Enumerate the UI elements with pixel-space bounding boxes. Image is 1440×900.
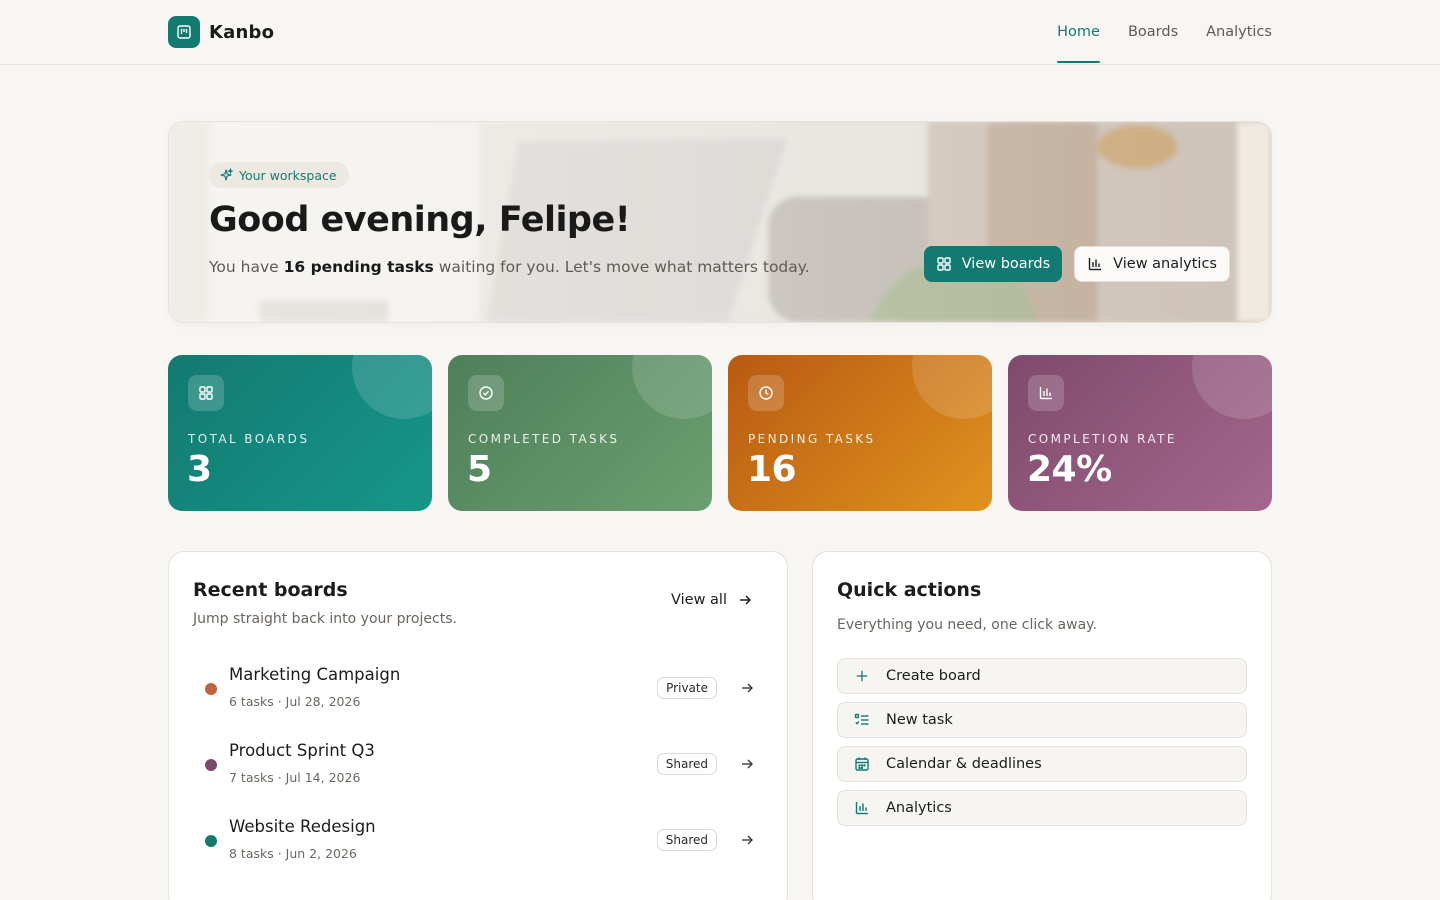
view-analytics-label: View analytics bbox=[1113, 256, 1217, 272]
bar-chart-icon bbox=[838, 800, 886, 816]
stat-label: COMPLETION RATE bbox=[1028, 432, 1177, 446]
stat-value: 24% bbox=[1027, 449, 1112, 490]
new-task-action[interactable]: New task bbox=[837, 702, 1247, 738]
decorative-circle bbox=[912, 355, 992, 419]
quick-actions-title: Quick actions bbox=[837, 579, 982, 601]
stat-label: PENDING TASKS bbox=[748, 432, 876, 446]
view-analytics-button[interactable]: View analytics bbox=[1074, 246, 1230, 282]
visibility-badge: Shared bbox=[656, 753, 717, 775]
stat-card-pending-tasks: PENDING TASKS 16 bbox=[728, 355, 992, 511]
calendar-deadlines-action[interactable]: Calendar & deadlines bbox=[837, 746, 1247, 782]
stat-value: 3 bbox=[187, 449, 212, 490]
quick-action-label: New task bbox=[886, 712, 953, 728]
quick-action-label: Calendar & deadlines bbox=[886, 756, 1042, 772]
main-nav: Home Boards Analytics bbox=[1057, 0, 1272, 64]
quick-action-label: Create board bbox=[886, 668, 981, 684]
grid-icon bbox=[937, 257, 951, 271]
board-meta: 6 tasks · Jul 28, 2026 bbox=[229, 694, 361, 709]
arrow-right-icon bbox=[740, 595, 752, 605]
quick-action-label: Analytics bbox=[886, 800, 952, 816]
board-name: Website Redesign bbox=[229, 817, 376, 836]
board-color-dot bbox=[205, 835, 217, 847]
stat-card-total-boards: TOTAL BOARDS 3 bbox=[168, 355, 432, 511]
brand[interactable]: Kanbo bbox=[168, 16, 274, 48]
workspace-pill-label: Your workspace bbox=[239, 167, 337, 183]
stat-card-completed-tasks: COMPLETED TASKS 5 bbox=[448, 355, 712, 511]
stat-label: COMPLETED TASKS bbox=[468, 432, 620, 446]
board-name: Product Sprint Q3 bbox=[229, 741, 375, 760]
nav-home[interactable]: Home bbox=[1057, 0, 1100, 64]
calendar-icon bbox=[838, 756, 886, 772]
grid-icon bbox=[188, 375, 224, 411]
bar-chart-icon bbox=[1028, 375, 1064, 411]
decorative-circle bbox=[352, 355, 432, 419]
subtitle-suffix: waiting for you. Let's move what matters… bbox=[433, 258, 810, 276]
arrow-right-icon bbox=[742, 835, 753, 845]
checklist-icon bbox=[838, 712, 886, 728]
top-navigation-bar: Kanbo Home Boards Analytics bbox=[0, 0, 1440, 65]
board-name: Marketing Campaign bbox=[229, 665, 401, 684]
subtitle-prefix: You have bbox=[209, 258, 284, 276]
recent-boards-panel: Recent boards Jump straight back into yo… bbox=[168, 551, 788, 900]
greeting-title: Good evening, Felipe! bbox=[209, 200, 631, 240]
view-boards-button[interactable]: View boards bbox=[923, 246, 1063, 282]
brand-name: Kanbo bbox=[209, 21, 275, 43]
stat-label: TOTAL BOARDS bbox=[188, 432, 310, 446]
board-meta: 8 tasks · Jun 2, 2026 bbox=[229, 846, 357, 861]
visibility-badge: Shared bbox=[656, 829, 717, 851]
view-boards-label: View boards bbox=[961, 256, 1051, 272]
board-color-dot bbox=[205, 683, 217, 695]
decorative-circle bbox=[632, 355, 712, 419]
stats-row: TOTAL BOARDS 3 COMPLETED TASKS 5 PENDING… bbox=[168, 355, 1272, 511]
welcome-hero: Your workspace Good evening, Felipe! You… bbox=[168, 121, 1272, 323]
analytics-action[interactable]: Analytics bbox=[837, 790, 1247, 826]
nav-boards[interactable]: Boards bbox=[1128, 0, 1178, 64]
stat-card-completion-rate: COMPLETION RATE 24% bbox=[1008, 355, 1272, 511]
view-all-label: View all bbox=[671, 592, 727, 608]
quick-actions-panel: Quick actions Everything you need, one c… bbox=[812, 551, 1272, 900]
bar-chart-icon bbox=[1088, 258, 1102, 271]
decorative-circle bbox=[1192, 355, 1272, 419]
plus-icon bbox=[838, 669, 886, 683]
arrow-right-icon bbox=[742, 683, 753, 693]
recent-boards-title: Recent boards bbox=[193, 579, 348, 601]
board-color-dot bbox=[205, 759, 217, 771]
kanban-board-icon bbox=[168, 16, 200, 48]
board-row[interactable]: Product Sprint Q3 7 tasks · Jul 14, 2026… bbox=[193, 729, 755, 789]
board-row[interactable]: Website Redesign 8 tasks · Jun 2, 2026 S… bbox=[193, 805, 755, 865]
clock-icon bbox=[748, 375, 784, 411]
recent-boards-subtitle: Jump straight back into your projects. bbox=[193, 611, 457, 627]
nav-analytics[interactable]: Analytics bbox=[1206, 0, 1272, 64]
workspace-pill: Your workspace bbox=[209, 162, 349, 188]
greeting-subtitle: You have 16 pending tasks waiting for yo… bbox=[209, 258, 810, 276]
board-meta: 7 tasks · Jul 14, 2026 bbox=[229, 770, 361, 785]
sparkles-icon bbox=[220, 168, 233, 181]
visibility-badge: Private bbox=[657, 677, 717, 699]
board-row[interactable]: Marketing Campaign 6 tasks · Jul 28, 202… bbox=[193, 653, 755, 713]
pending-tasks-count: 16 pending tasks bbox=[283, 258, 434, 276]
check-circle-icon bbox=[468, 375, 504, 411]
arrow-right-icon bbox=[742, 759, 753, 769]
view-all-link[interactable]: View all bbox=[671, 592, 753, 608]
quick-actions-subtitle: Everything you need, one click away. bbox=[837, 617, 1097, 633]
stat-value: 5 bbox=[467, 449, 492, 490]
stat-value: 16 bbox=[747, 449, 797, 490]
hero-actions: View boards View analytics bbox=[923, 246, 1230, 282]
create-board-action[interactable]: Create board bbox=[837, 658, 1247, 694]
